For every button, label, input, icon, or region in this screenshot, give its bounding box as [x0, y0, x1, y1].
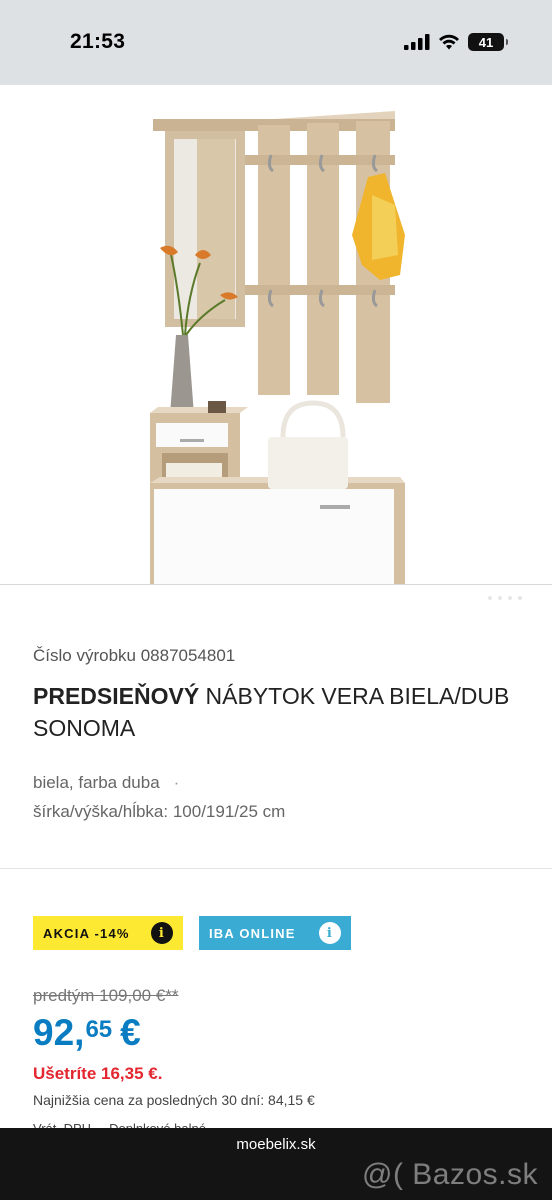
- browser-bottom-bar: moebelix.sk @( Bazos.sk: [0, 1128, 552, 1200]
- image-pagination: [488, 596, 522, 600]
- price-integer: 92,: [33, 1012, 85, 1053]
- old-price: predtým 109,00 €**: [33, 986, 179, 1005]
- attribute-separator: ·: [173, 773, 180, 792]
- bazos-watermark: @( Bazos.sk: [362, 1158, 538, 1191]
- url-domain[interactable]: moebelix.sk: [0, 1136, 552, 1153]
- attribute-dimensions: šírka/výška/hĺbka: 100/191/25 cm: [33, 802, 286, 821]
- online-only-badge[interactable]: IBA ONLINE i: [199, 916, 351, 950]
- status-time: 21:53: [70, 30, 126, 53]
- battery-icon: 41: [468, 33, 508, 51]
- wifi-icon: [439, 34, 459, 50]
- section-divider: [0, 868, 552, 869]
- product-title-bold: PREDSIEŇOVÝ: [33, 683, 200, 709]
- info-icon[interactable]: i: [151, 922, 173, 944]
- attribute-color: biela, farba duba ·: [33, 773, 180, 792]
- lowest-price-note: Najnižšia cena za posledných 30 dní: 84,…: [33, 1092, 315, 1108]
- battery-level: 41: [478, 34, 494, 50]
- savings-text: Ušetríte 16,35 €.: [33, 1064, 163, 1083]
- cellular-signal-icon: [404, 34, 430, 50]
- info-icon[interactable]: i: [319, 922, 341, 944]
- image-divider: [0, 584, 552, 585]
- online-badge-label: IBA ONLINE: [209, 925, 296, 941]
- product-title: PREDSIEŇOVÝ NÁBYTOK VERA BIELA/DUB SONOM…: [33, 680, 513, 744]
- product-attributes: biela, farba duba · šírka/výška/hĺbka: 10…: [33, 768, 285, 826]
- price-currency: €: [120, 1012, 141, 1053]
- sale-badge[interactable]: AKCIA -14% i: [33, 916, 183, 950]
- product-number: Číslo výrobku 0887054801: [33, 646, 236, 665]
- status-icons: 41: [404, 33, 508, 51]
- product-image[interactable]: [0, 85, 552, 585]
- current-price: 92, 65 €: [33, 1012, 141, 1054]
- furniture-illustration: [150, 111, 405, 585]
- status-bar: 21:53 41: [0, 0, 552, 85]
- sale-badge-label: AKCIA -14%: [43, 925, 130, 941]
- price-decimal: 65: [85, 1016, 113, 1043]
